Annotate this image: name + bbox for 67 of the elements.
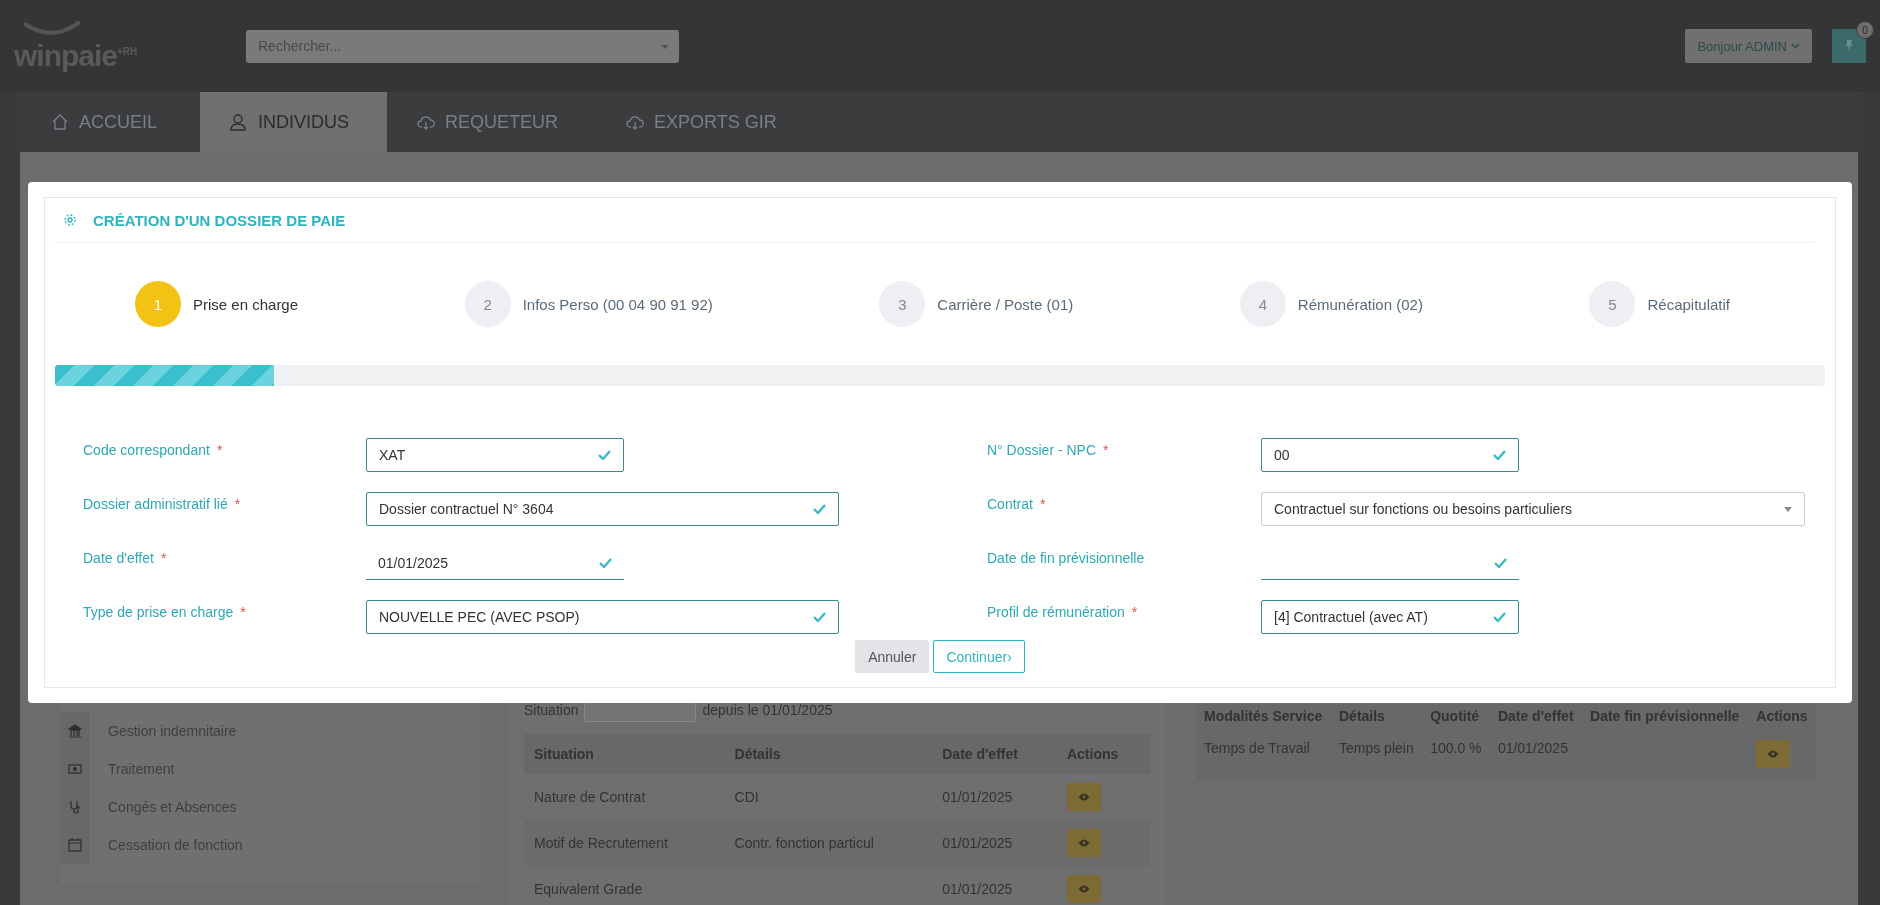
situation-label: Situation <box>524 702 579 718</box>
step-number: 5 <box>1589 281 1636 327</box>
nav-tab[interactable]: INDIVIDUS <box>200 92 387 152</box>
table-cell: 01/01/2025 <box>942 789 1013 805</box>
table-cell: CDI <box>734 789 759 805</box>
input-field[interactable]: Dossier contractuel N° 3604 <box>366 492 839 526</box>
field-label: Profil de rémunération * <box>987 603 1139 620</box>
field-label: Dossier administratif lié * <box>83 495 242 512</box>
nav-tab[interactable]: EXPORTS GIR <box>596 92 815 152</box>
field-label: N° Dossier - NPC * <box>987 441 1110 458</box>
eye-icon <box>1077 885 1090 893</box>
view-button[interactable] <box>1066 875 1101 903</box>
step-label: Prise en charge <box>193 295 299 313</box>
cloud-download-icon <box>417 113 435 131</box>
field-label: Date de fin prévisionnelle <box>987 549 1146 566</box>
view-button[interactable] <box>1066 829 1101 857</box>
input-field[interactable]: XAT <box>366 438 624 472</box>
field-label: Contrat * <box>987 495 1047 512</box>
step-number: 2 <box>464 281 511 327</box>
check-icon <box>813 504 826 514</box>
field-label: Type de prise en charge * <box>83 603 247 620</box>
input-field[interactable]: 00 <box>1261 438 1519 472</box>
caret-icon <box>661 44 669 49</box>
chevron-down-icon <box>1791 43 1800 49</box>
input-field[interactable]: 01/01/2025 <box>366 546 624 580</box>
check-icon <box>1493 612 1506 622</box>
table-cell: Equivalent Grade <box>534 881 643 897</box>
table-cell: Motif de Recrutement <box>534 835 668 851</box>
step-label: Carrière / Poste (01) <box>937 295 1074 313</box>
cloud-download-icon <box>626 113 645 131</box>
table-cell: Contr. fonction particul <box>734 835 874 851</box>
check-icon <box>1494 557 1507 568</box>
view-button[interactable] <box>1066 783 1101 811</box>
check-icon <box>1493 450 1506 460</box>
input-field[interactable]: [4] Contractuel (avec AT) <box>1261 600 1519 634</box>
continue-button[interactable]: Continuer› <box>933 640 1025 673</box>
field-label: Code correspondant * <box>83 441 224 458</box>
field-label: Date d'effet * <box>83 549 168 566</box>
notification-badge: 0 <box>1856 21 1874 39</box>
modal-title: CRÉATION D'UN DOSSIER DE PAIE <box>93 211 346 229</box>
table-cell: Nature de Contrat <box>534 789 646 805</box>
user-icon <box>230 113 248 131</box>
step-number: 1 <box>135 281 181 327</box>
step-label: Infos Perso (00 04 90 91 92) <box>522 295 713 313</box>
cancel-button[interactable]: Annuler <box>855 640 930 673</box>
step-number: 4 <box>1239 281 1286 327</box>
step-label: Rémunération (02) <box>1297 295 1423 313</box>
caret-icon <box>1784 506 1792 512</box>
check-icon <box>813 612 826 622</box>
input-field[interactable]: NOUVELLE PEC (AVEC PSOP) <box>366 600 839 634</box>
input-field[interactable]: Contractuel sur fonctions ou besoins particuliers <box>1261 492 1805 526</box>
nav-tab[interactable]: ACCUEIL <box>16 92 200 152</box>
eye-icon <box>1077 839 1090 847</box>
step-number: 3 <box>879 281 926 327</box>
view-button[interactable] <box>1756 740 1791 768</box>
check-icon <box>599 557 612 568</box>
home-icon <box>51 113 69 131</box>
eye-icon <box>1767 750 1780 758</box>
table-cell: 01/01/2025 <box>942 881 1013 897</box>
eye-icon <box>1077 793 1090 801</box>
user-menu-button[interactable]: Bonjour ADMIN <box>1685 29 1812 63</box>
situation-date: depuis le 01/01/2025 <box>702 702 833 718</box>
nav-tab[interactable]: REQUETEUR <box>387 92 597 152</box>
step-label: Récapitulatif <box>1647 295 1730 313</box>
table-cell: 01/01/2025 <box>942 835 1013 851</box>
check-icon <box>598 450 611 460</box>
settings-icon <box>63 213 77 227</box>
